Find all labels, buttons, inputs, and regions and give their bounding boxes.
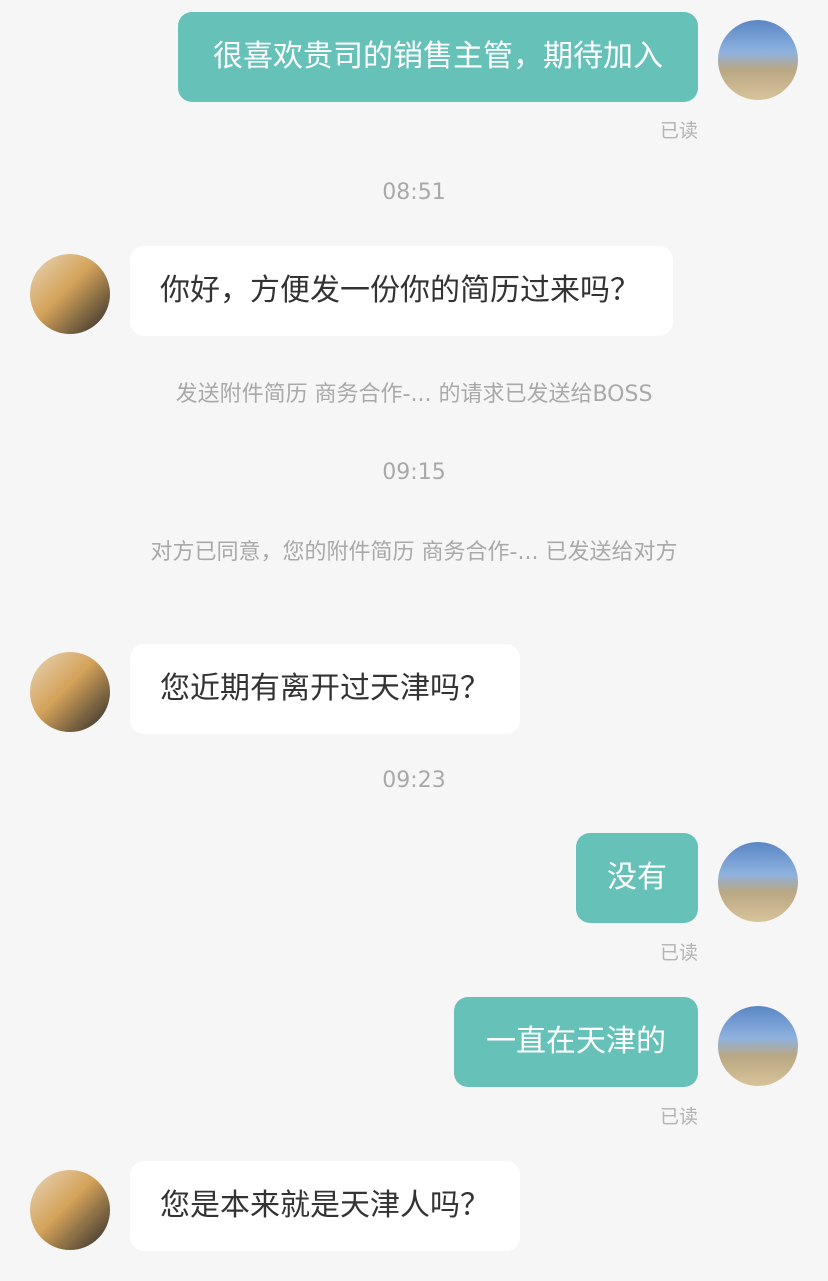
read-status: 已读 [659, 120, 698, 142]
message-bubble-self[interactable]: 没有 [576, 833, 698, 923]
message-bubble-other[interactable]: 你好，方便发一份你的简历过来吗？ [130, 246, 673, 336]
user-avatar[interactable] [718, 20, 798, 100]
boss-avatar[interactable] [30, 1170, 110, 1250]
boss-avatar[interactable] [30, 254, 110, 334]
timestamp: 08:51 [382, 180, 446, 205]
read-status: 已读 [659, 942, 698, 964]
read-status: 已读 [659, 1106, 698, 1128]
message-bubble-other[interactable]: 您近期有离开过天津吗？ [130, 644, 520, 734]
timestamp: 09:23 [382, 768, 446, 793]
chat-conversation: 很喜欢贵司的销售主管，期待加入 已读 08:51 你好，方便发一份你的简历过来吗… [0, 0, 828, 1281]
timestamp: 09:15 [382, 460, 446, 485]
user-avatar[interactable] [718, 1006, 798, 1086]
system-notice: 对方已同意，您的附件简历 商务合作-... 已发送给对方 [150, 540, 678, 565]
system-notice: 发送附件简历 商务合作-... 的请求已发送给BOSS [175, 382, 653, 407]
message-bubble-self[interactable]: 一直在天津的 [454, 997, 698, 1087]
boss-avatar[interactable] [30, 652, 110, 732]
message-bubble-self[interactable]: 很喜欢贵司的销售主管，期待加入 [178, 12, 698, 102]
user-avatar[interactable] [718, 842, 798, 922]
message-bubble-other[interactable]: 您是本来就是天津人吗？ [130, 1161, 520, 1251]
